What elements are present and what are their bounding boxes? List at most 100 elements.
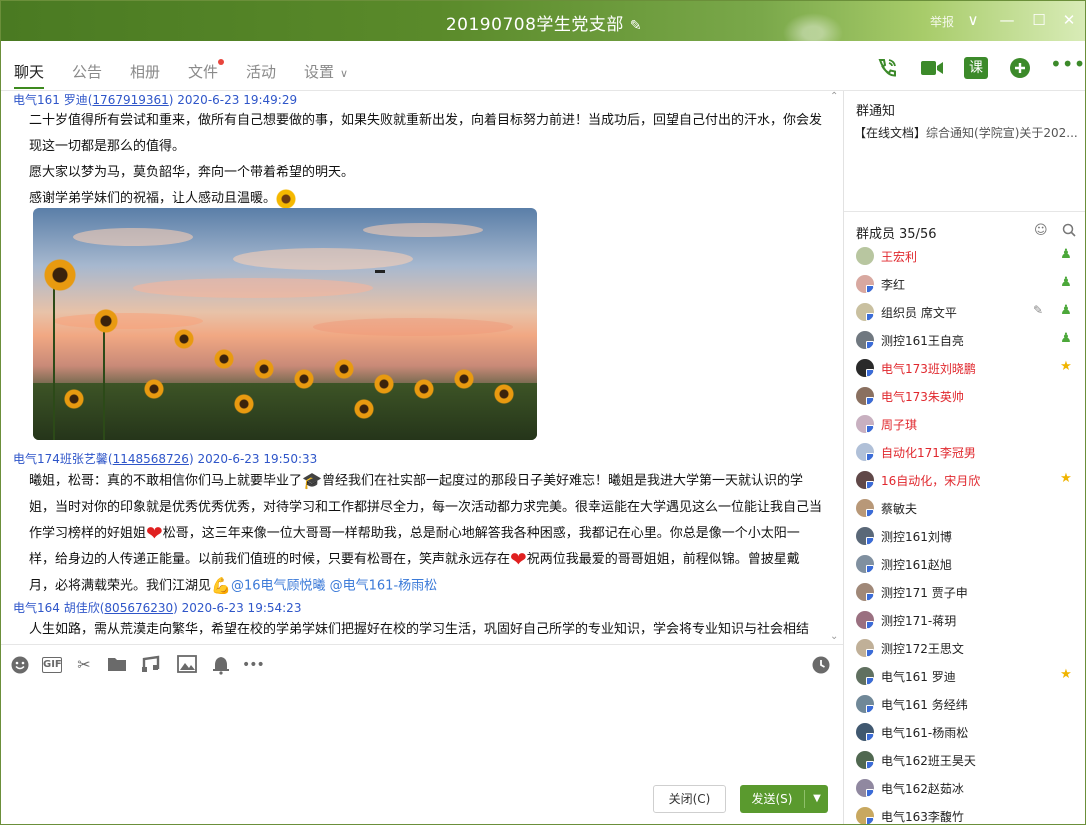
emoji-icon[interactable] [10, 655, 30, 675]
group-notice-title: 群通知 [856, 104, 896, 119]
member-row[interactable]: 电气161 务经纬 [844, 691, 1074, 719]
minimize-icon[interactable]: — [997, 11, 1017, 29]
close-icon[interactable]: ✕ [1059, 11, 1079, 29]
avatar[interactable] [856, 443, 874, 461]
title-bar[interactable]: 20190708学生党支部 ✎ 举报 ∨ — ☐ ✕ [1, 1, 1085, 41]
member-name: 电气173朱英帅 [881, 390, 964, 404]
chevron-down-icon[interactable]: ∨ [963, 11, 983, 29]
add-app-icon[interactable] [1008, 57, 1032, 79]
member-row[interactable]: 测控171-蒋玥 [844, 607, 1074, 635]
member-row[interactable]: 测控161赵旭 [844, 551, 1074, 579]
more-icon[interactable]: ••• [1050, 54, 1085, 79]
member-row[interactable]: 电气173班刘晓鹏 ★ [844, 355, 1074, 383]
member-row[interactable]: 测控161王自亮 ♟ [844, 327, 1074, 355]
message-header: 电气161 罗迪(1767919361) 2020-6-23 19:49:29 [13, 93, 298, 107]
avatar[interactable] [856, 779, 874, 797]
image-icon[interactable] [177, 655, 197, 675]
avatar[interactable] [856, 751, 874, 769]
class-icon[interactable]: 课 [964, 57, 988, 79]
avatar[interactable] [856, 667, 874, 685]
tab-album[interactable]: 相册 [130, 61, 160, 82]
device-status-icon [866, 481, 874, 489]
member-name: 电气161-杨雨松 [881, 726, 969, 740]
member-row[interactable]: 电气162班王昊天 [844, 747, 1074, 775]
group-notice-item[interactable]: 【在线文档】综合通知(学院宣)关于202... [854, 124, 1084, 141]
avatar[interactable] [856, 527, 874, 545]
member-row[interactable]: 电气173朱英帅 [844, 383, 1074, 411]
member-row[interactable]: 电气161 罗迪 ★ [844, 663, 1074, 691]
music-icon[interactable] [141, 655, 161, 675]
member-row[interactable]: 16自动化，宋月欣 ★ [844, 467, 1074, 495]
video-call-icon[interactable] [919, 57, 943, 79]
avatar[interactable] [856, 695, 874, 713]
member-name: 测控171 贾子申 [881, 586, 968, 600]
maximize-icon[interactable]: ☐ [1029, 11, 1049, 29]
phone-call-icon[interactable] [875, 57, 899, 79]
member-row[interactable]: 测控171 贾子申 [844, 579, 1074, 607]
member-row[interactable]: 王宏利 ♟ [844, 243, 1074, 271]
send-button[interactable]: 发送(S) ▼ [740, 785, 828, 813]
device-status-icon [866, 369, 874, 377]
avatar[interactable] [856, 303, 874, 321]
member-row[interactable]: 蔡敏夫 [844, 495, 1074, 523]
avatar[interactable] [856, 247, 874, 265]
avatar[interactable] [856, 415, 874, 433]
device-status-icon [866, 397, 874, 405]
member-filter-icon[interactable]: ☺ [1034, 223, 1048, 238]
member-row[interactable]: 测控161刘博 [844, 523, 1074, 551]
mention-link[interactable]: @16电气顾悦曦 [231, 578, 326, 593]
edit-remark-icon[interactable]: ✎ [1033, 303, 1043, 317]
device-status-icon [866, 677, 874, 685]
member-name: 测控172王思文 [881, 642, 964, 656]
report-link[interactable]: 举报 [930, 13, 954, 30]
member-row[interactable]: 测控172王思文 [844, 635, 1074, 663]
avatar[interactable] [856, 331, 874, 349]
member-row[interactable]: 电气162赵茹冰 [844, 775, 1074, 803]
avatar[interactable] [856, 807, 874, 824]
avatar[interactable] [856, 611, 874, 629]
send-options-chevron-icon[interactable]: ▼ [806, 785, 828, 813]
avatar[interactable] [856, 555, 874, 573]
more-icon[interactable]: ••• [242, 655, 265, 675]
sunflower-sunset-photo[interactable] [33, 208, 537, 440]
avatar[interactable] [856, 583, 874, 601]
member-row[interactable]: 组织员 席文平 ✎ ♟ [844, 299, 1074, 327]
scroll-down-icon[interactable]: ⌄ [830, 631, 838, 642]
close-button[interactable]: 关闭(C) [653, 785, 726, 813]
avatar[interactable] [856, 387, 874, 405]
member-row[interactable]: 电气161-杨雨松 [844, 719, 1074, 747]
tab-activity[interactable]: 活动 [246, 61, 276, 82]
avatar[interactable] [856, 723, 874, 741]
history-clock-icon[interactable] [811, 655, 831, 675]
group-tool-icons: 课 ••• [843, 41, 1085, 91]
tab-settings[interactable]: 设置 ∨ [304, 61, 348, 82]
tab-files[interactable]: 文件 [188, 59, 225, 82]
edit-title-icon[interactable]: ✎ [630, 18, 642, 34]
member-name: 16自动化，宋月欣 [881, 474, 981, 488]
member-row[interactable]: 电气163李馥竹 [844, 803, 1074, 824]
avatar[interactable] [856, 471, 874, 489]
avatar[interactable] [856, 499, 874, 517]
mention-link[interactable]: @电气161-杨雨松 [330, 578, 438, 593]
member-name: 王宏利 [881, 250, 918, 264]
search-icon[interactable] [1062, 223, 1076, 241]
member-row[interactable]: 李红 ♟ [844, 271, 1074, 299]
avatar[interactable] [856, 639, 874, 657]
scroll-up-icon[interactable]: ⌃ [830, 91, 838, 102]
folder-icon[interactable] [107, 655, 127, 675]
member-row[interactable]: 自动化171李冠男 [844, 439, 1074, 467]
avatar[interactable] [856, 275, 874, 293]
member-row[interactable]: 周子琪 [844, 411, 1074, 439]
muscle-emoji-icon: 💪 [211, 575, 231, 595]
tab-announcement[interactable]: 公告 [72, 61, 102, 82]
device-status-icon [866, 705, 874, 713]
member-name: 自动化171李冠男 [881, 446, 976, 460]
message-body: 人生如路，需从荒漠走向繁华，希望在校的学弟学妹们把握好在校的学习生活，巩固好自己… [29, 622, 810, 637]
gif-icon[interactable]: GIF [42, 657, 62, 673]
bell-icon[interactable] [211, 655, 231, 675]
input-toolbar: GIF ✂ ••• [1, 644, 843, 684]
tab-chat[interactable]: 聊天 [14, 61, 45, 89]
chat-message-area[interactable]: 电气161 罗迪(1767919361) 2020-6-23 19:49:29 … [1, 91, 843, 644]
avatar[interactable] [856, 359, 874, 377]
scissors-icon[interactable]: ✂ [74, 655, 94, 675]
